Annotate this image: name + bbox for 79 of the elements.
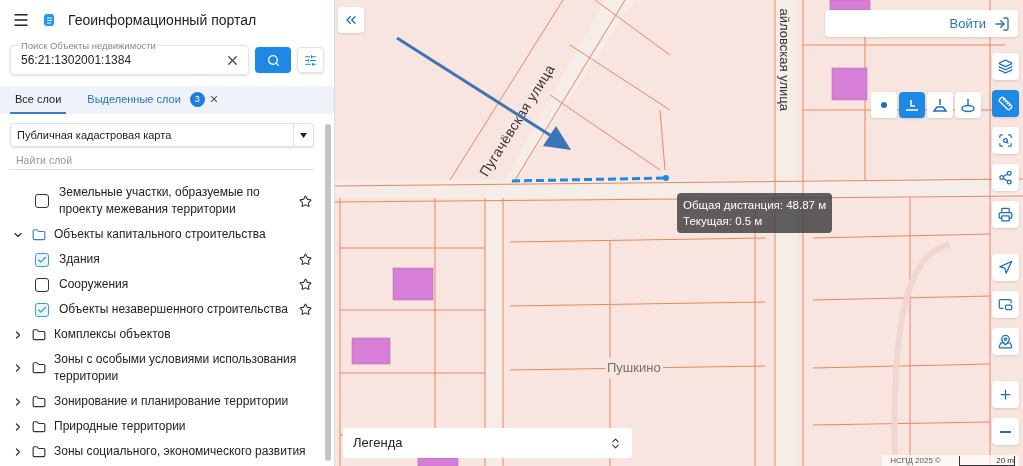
navigate-icon xyxy=(998,260,1013,275)
layer-label: Земельные участки, образуемые по проекту межевания территории xyxy=(59,184,261,218)
street-label: айловская улица xyxy=(775,8,793,111)
zoom-out-button[interactable] xyxy=(992,418,1019,445)
folder-icon xyxy=(32,327,46,342)
layer-group[interactable]: Объекты капитального строительства xyxy=(0,222,324,247)
star-icon[interactable] xyxy=(299,303,312,316)
star-icon[interactable] xyxy=(299,194,312,208)
folder-icon xyxy=(32,227,46,242)
check-icon xyxy=(37,304,47,315)
print-icon xyxy=(998,207,1013,222)
legend-select[interactable]: Легенда xyxy=(343,428,632,458)
measure-mode-button[interactable] xyxy=(899,92,925,118)
checkbox[interactable] xyxy=(35,277,49,292)
count-badge: 3 xyxy=(189,92,205,108)
zoom-in-icon xyxy=(998,387,1013,402)
sliders-icon xyxy=(304,53,317,67)
logo-icon xyxy=(42,13,56,27)
checkbox[interactable] xyxy=(35,252,49,267)
point-icon xyxy=(880,101,888,109)
folder-icon xyxy=(32,444,46,459)
layer-group[interactable]: Зоны социального, экономического развития xyxy=(0,439,324,464)
layer-label: Здания xyxy=(59,251,101,268)
field-label: Поиск Объекты недвижимости xyxy=(20,39,157,54)
place-label: Пушкино xyxy=(605,358,663,378)
select-button[interactable] xyxy=(992,127,1019,154)
locate-button[interactable] xyxy=(992,328,1019,355)
close-icon[interactable] xyxy=(208,93,219,104)
layer-label: Сооружения xyxy=(59,276,130,293)
measure-icon xyxy=(998,96,1013,111)
minimap-icon xyxy=(998,297,1013,312)
login-button[interactable]: Войти xyxy=(825,10,1018,37)
star-icon[interactable] xyxy=(299,278,312,291)
collapse-button[interactable] xyxy=(338,7,364,33)
search-icon xyxy=(266,53,280,67)
scale-bar: 20 m xyxy=(959,455,1015,466)
login-icon xyxy=(994,15,1010,32)
measure-button[interactable] xyxy=(992,90,1019,117)
measure-mode-button[interactable] xyxy=(955,92,981,118)
zoom-out-icon xyxy=(1000,430,1011,433)
zoom-in-button[interactable] xyxy=(992,381,1019,408)
attribution: НСПД 2025 © xyxy=(890,454,941,466)
dropdown-icon xyxy=(300,132,307,138)
layer-group[interactable]: Зонирование и планирование территории xyxy=(0,389,324,414)
star-icon[interactable] xyxy=(299,253,312,266)
layer-group[interactable]: Зоны с особыми условиями использования территории xyxy=(0,347,324,389)
sort-icon xyxy=(609,436,622,450)
check-icon xyxy=(37,254,47,265)
layer-source-select[interactable]: Публичная кадастровая карта xyxy=(10,123,314,147)
filter-button[interactable] xyxy=(297,47,324,73)
layer-group[interactable]: Комплексы объектов xyxy=(0,322,324,347)
checkbox[interactable] xyxy=(35,194,49,208)
folder-icon xyxy=(32,394,46,409)
share-button[interactable] xyxy=(992,164,1019,191)
area-icon xyxy=(931,96,949,114)
layer-group[interactable]: Природные территории xyxy=(0,414,324,439)
select-icon xyxy=(998,133,1013,148)
measure-mode-button[interactable] xyxy=(927,92,953,118)
checkbox[interactable] xyxy=(35,302,49,317)
layer-filter-field[interactable]: Найти слой xyxy=(10,150,314,170)
print-button[interactable] xyxy=(992,201,1019,228)
locate-icon xyxy=(998,334,1013,349)
layers-icon xyxy=(998,59,1013,74)
search-button[interactable] xyxy=(255,47,291,73)
circle-area-icon xyxy=(959,96,977,114)
minimap-button[interactable] xyxy=(992,291,1019,318)
measure-mode-button[interactable] xyxy=(871,92,897,118)
app-title: Геоинформационный портал xyxy=(68,10,257,30)
tab[interactable]: Все слои xyxy=(10,90,67,114)
layer-label: Объекты незавершенного строительства xyxy=(59,301,289,318)
folder-icon xyxy=(32,419,46,434)
layers-button[interactable] xyxy=(992,53,1019,80)
menu-icon[interactable] xyxy=(12,11,30,29)
tab[interactable]: Выделенные слои xyxy=(82,90,186,114)
search-field[interactable]: 56:21:1302001:1384 xyxy=(21,51,225,69)
navigate-button[interactable] xyxy=(992,254,1019,281)
share-icon xyxy=(998,170,1013,185)
measurement-tooltip: Общая дистанция: 48.87 м Текущая: 0.5 м xyxy=(677,193,833,233)
folder-icon xyxy=(32,361,46,375)
